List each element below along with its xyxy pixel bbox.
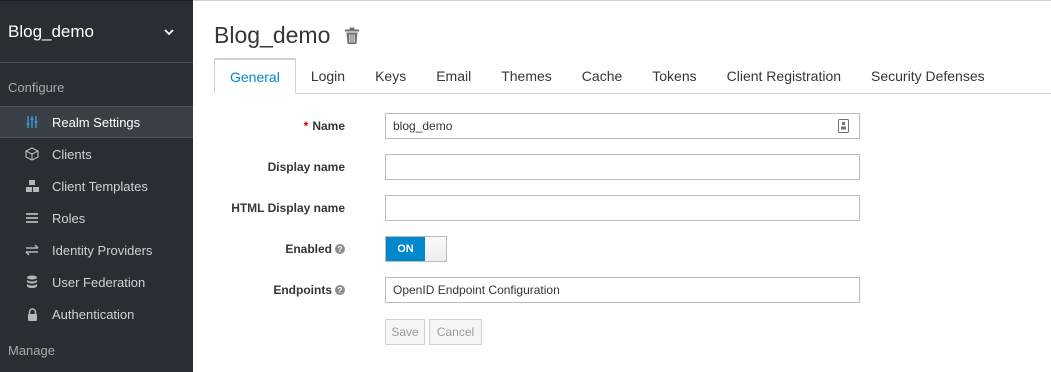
sidebar-item-user-federation[interactable]: User Federation	[0, 266, 193, 298]
tab-themes[interactable]: Themes	[486, 58, 567, 93]
sidebar-item-label: Identity Providers	[52, 242, 153, 258]
sidebar-item-roles[interactable]: Roles	[0, 202, 193, 234]
list-icon	[24, 211, 40, 225]
main-content: Blog_demo General Login Keys Email Theme…	[193, 0, 1051, 372]
sidebar-item-authentication[interactable]: Authentication	[0, 298, 193, 330]
save-button[interactable]: Save	[385, 319, 425, 345]
endpoints-link[interactable]: OpenID Endpoint Configuration	[385, 277, 860, 303]
sidebar: Blog_demo Configure Realm Settings Clien…	[0, 0, 193, 372]
toggle-knob	[425, 237, 446, 261]
sliders-icon	[24, 115, 40, 129]
page-header: Blog_demo	[214, 22, 360, 49]
cancel-button[interactable]: Cancel	[429, 319, 482, 345]
name-value: blog_demo	[393, 119, 453, 133]
enabled-toggle[interactable]: ON	[385, 236, 447, 262]
toggle-on-label: ON	[386, 237, 425, 261]
enabled-row: Enabled ? ON	[193, 236, 1051, 262]
lock-icon	[24, 307, 40, 321]
name-label: Name	[312, 119, 345, 133]
name-input[interactable]: blog_demo	[385, 113, 860, 139]
manage-section-label: Manage	[8, 343, 55, 358]
sidebar-item-label: Client Templates	[52, 178, 148, 194]
sidebar-item-label: Clients	[52, 146, 92, 162]
html-display-name-label: HTML Display name	[231, 201, 345, 215]
cubes-icon	[24, 179, 40, 193]
endpoints-row: Endpoints ? OpenID Endpoint Configuratio…	[193, 277, 1051, 303]
enabled-label: Enabled	[285, 242, 332, 256]
cube-icon	[24, 147, 40, 161]
realm-selector[interactable]: Blog_demo	[0, 1, 193, 63]
display-name-input[interactable]	[385, 154, 860, 180]
required-marker: *	[303, 119, 309, 133]
realm-name: Blog_demo	[8, 21, 95, 41]
endpoints-label: Endpoints	[273, 283, 332, 297]
tab-client-registration[interactable]: Client Registration	[712, 58, 856, 93]
settings-tabs: General Login Keys Email Themes Cache To…	[214, 58, 1051, 94]
help-icon[interactable]: ?	[335, 285, 345, 295]
configure-section-label: Configure	[8, 80, 65, 95]
tab-keys[interactable]: Keys	[360, 58, 421, 93]
sidebar-item-label: Authentication	[52, 306, 135, 322]
sidebar-item-label: Realm Settings	[52, 114, 141, 130]
display-name-row: Display name	[193, 154, 1051, 180]
sidebar-item-identity-providers[interactable]: Identity Providers	[0, 234, 193, 266]
exchange-icon	[24, 243, 40, 257]
tab-general[interactable]: General	[214, 58, 296, 94]
tab-email[interactable]: Email	[421, 58, 486, 93]
tab-security-defenses[interactable]: Security Defenses	[856, 58, 1000, 93]
chevron-down-icon	[164, 28, 174, 35]
display-name-label: Display name	[267, 160, 345, 174]
tab-login[interactable]: Login	[296, 58, 360, 93]
trash-icon[interactable]	[344, 27, 360, 45]
html-display-name-input[interactable]	[385, 195, 860, 221]
sidebar-item-clients[interactable]: Clients	[0, 138, 193, 170]
sidebar-item-client-templates[interactable]: Client Templates	[0, 170, 193, 202]
keyboard-icon	[838, 119, 849, 133]
html-display-name-row: HTML Display name	[193, 195, 1051, 221]
page-title: Blog_demo	[214, 22, 331, 48]
help-icon[interactable]: ?	[335, 244, 345, 254]
sidebar-item-realm-settings[interactable]: Realm Settings	[0, 106, 193, 138]
tab-cache[interactable]: Cache	[567, 58, 637, 93]
sidebar-item-label: User Federation	[52, 274, 146, 290]
sidebar-item-label: Roles	[52, 210, 86, 226]
name-row: * Name blog_demo	[193, 113, 1051, 139]
database-icon	[24, 275, 40, 289]
tab-tokens[interactable]: Tokens	[637, 58, 711, 93]
